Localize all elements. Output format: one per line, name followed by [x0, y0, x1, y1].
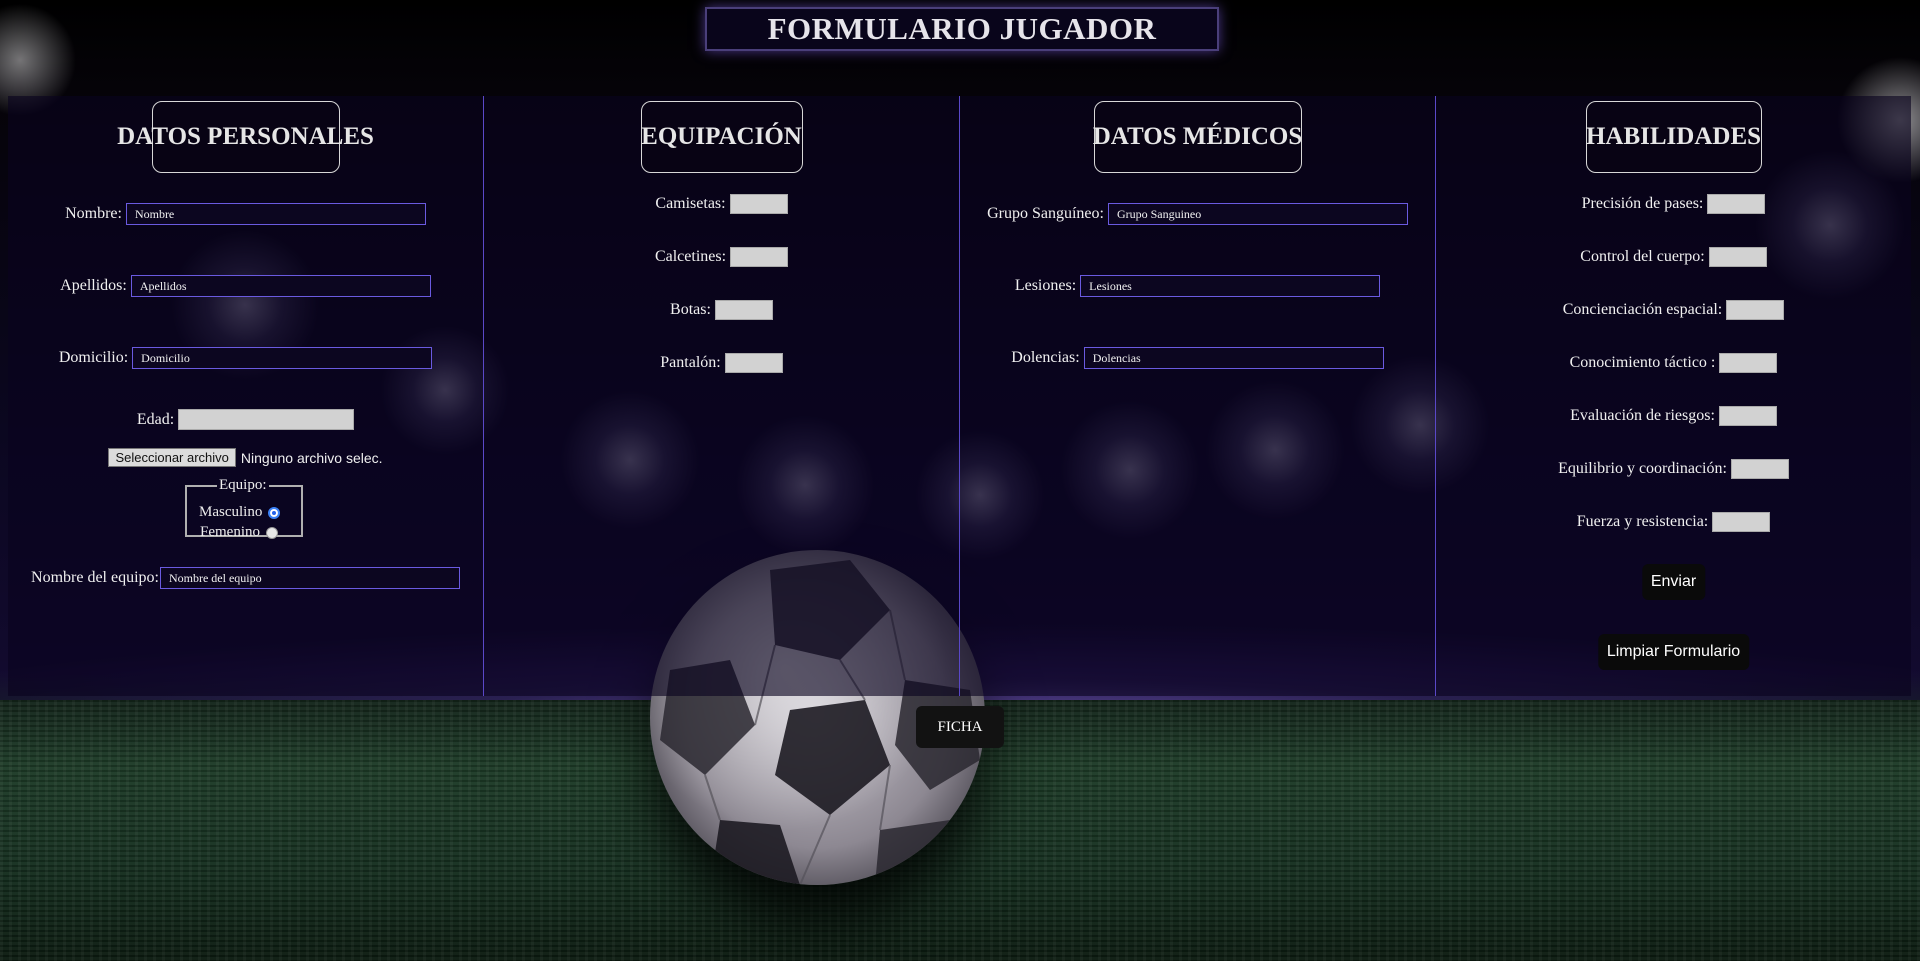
nombre-equipo-label: Nombre del equipo:: [31, 569, 159, 586]
masculino-option: Masculino: [199, 504, 281, 521]
apellidos-input[interactable]: Apellidos: [130, 275, 431, 297]
lesiones-row: Lesiones: Lesiones: [960, 275, 1435, 297]
femenino-label: Femenino: [200, 524, 260, 540]
reset-button[interactable]: Limpiar Formulario: [1597, 634, 1750, 670]
grupo-input[interactable]: Grupo Sanguineo: [1107, 203, 1408, 225]
page-title: FORMULARIO JUGADOR: [705, 7, 1219, 51]
camisetas-input[interactable]: [729, 194, 788, 214]
botas-row: Botas:: [484, 300, 959, 320]
skill-label: Evaluación de riesgos:: [1570, 407, 1715, 424]
section-heading: DATOS MÉDICOS: [1093, 101, 1302, 173]
file-row: Seleccionar archivo Ninguno archivo sele…: [8, 448, 483, 467]
skill-input[interactable]: [1719, 353, 1778, 373]
nombre-input[interactable]: Nombre: [125, 203, 426, 225]
dolencias-label: Dolencias:: [1011, 349, 1080, 366]
skill-row: Control del cuerpo:: [1436, 247, 1911, 267]
dolencias-input[interactable]: Dolencias: [1083, 347, 1384, 369]
skill-row: Evaluación de riesgos:: [1436, 406, 1911, 426]
skill-input[interactable]: [1726, 300, 1785, 320]
ficha-button[interactable]: FICHA: [916, 706, 1004, 748]
submit-button[interactable]: Enviar: [1641, 564, 1706, 600]
lesiones-input[interactable]: Lesiones: [1080, 275, 1381, 297]
nombre-equipo-input[interactable]: Nombre del equipo: [159, 567, 460, 589]
personal-data-section: DATOS PERSONALES Nombre: Nombre Apellido…: [8, 96, 484, 696]
skill-label: Precisión de pases:: [1581, 195, 1704, 212]
equipo-legend: Equipo:: [219, 477, 267, 493]
calcetines-row: Calcetines:: [484, 247, 959, 267]
skill-label: Control del cuerpo:: [1580, 248, 1705, 265]
femenino-radio[interactable]: [266, 526, 278, 539]
grupo-label: Grupo Sanguíneo:: [987, 205, 1104, 222]
calcetines-label: Calcetines:: [654, 248, 727, 265]
botas-label: Botas:: [670, 301, 711, 318]
dolencias-row: Dolencias: Dolencias: [960, 347, 1435, 369]
lesiones-label: Lesiones:: [1014, 277, 1077, 294]
skill-input[interactable]: [1718, 406, 1777, 426]
skill-input[interactable]: [1707, 194, 1766, 214]
skills-section: HABILIDADES Precisión de pases: Control …: [1436, 96, 1911, 696]
calcetines-input[interactable]: [730, 247, 789, 267]
edad-label: Edad:: [136, 410, 175, 428]
skill-row: Fuerza y resistencia:: [1436, 512, 1911, 532]
masculino-label: Masculino: [199, 504, 263, 520]
edad-input[interactable]: [178, 409, 355, 430]
nombre-label: Nombre:: [65, 205, 122, 222]
grupo-row: Grupo Sanguíneo: Grupo Sanguineo: [960, 203, 1435, 225]
form-panel: DATOS PERSONALES Nombre: Nombre Apellido…: [8, 96, 1911, 696]
skill-input[interactable]: [1708, 247, 1767, 267]
skill-input[interactable]: [1712, 512, 1771, 532]
skill-input[interactable]: [1730, 459, 1789, 479]
femenino-option: Femenino: [200, 524, 278, 541]
masculino-radio[interactable]: [268, 506, 281, 519]
file-status: Ninguno archivo selec.: [240, 449, 383, 466]
apellidos-row: Apellidos: Apellidos: [8, 275, 483, 297]
pantalon-input[interactable]: [724, 353, 783, 373]
camisetas-row: Camisetas:: [484, 194, 959, 214]
section-heading: DATOS PERSONALES: [117, 101, 374, 173]
skill-label: Concienciación espacial:: [1562, 301, 1723, 318]
section-heading: HABILIDADES: [1585, 101, 1762, 173]
equipment-section: EQUIPACIÓN Camisetas: Calcetines: Botas:…: [484, 96, 960, 696]
botas-input[interactable]: [714, 300, 773, 320]
medical-section: DATOS MÉDICOS Grupo Sanguíneo: Grupo San…: [960, 96, 1436, 696]
skill-label: Equilibrio y coordinación:: [1558, 460, 1727, 477]
skill-row: Conocimiento táctico :: [1436, 353, 1911, 373]
select-file-button[interactable]: Seleccionar archivo: [108, 448, 236, 467]
edad-row: Edad:: [8, 409, 483, 430]
pantalon-row: Pantalón:: [484, 353, 959, 373]
skill-row: Equilibrio y coordinación:: [1436, 459, 1911, 479]
camisetas-label: Camisetas:: [655, 195, 726, 212]
nombre-equipo-row: Nombre del equipo: Nombre del equipo: [8, 567, 483, 589]
apellidos-label: Apellidos:: [60, 277, 127, 294]
nombre-row: Nombre: Nombre: [8, 203, 483, 225]
skill-label: Fuerza y resistencia:: [1576, 513, 1709, 530]
domicilio-row: Domicilio: Domicilio: [8, 347, 483, 369]
equipo-fieldset: Equipo: Masculino Femenino: [185, 477, 303, 540]
skill-row: Precisión de pases:: [1436, 194, 1911, 214]
pantalon-label: Pantalón:: [660, 354, 721, 371]
skill-row: Concienciación espacial:: [1436, 300, 1911, 320]
domicilio-label: Domicilio:: [58, 349, 129, 366]
section-heading: EQUIPACIÓN: [640, 101, 803, 173]
skill-label: Conocimiento táctico :: [1569, 354, 1716, 371]
domicilio-input[interactable]: Domicilio: [132, 347, 433, 369]
